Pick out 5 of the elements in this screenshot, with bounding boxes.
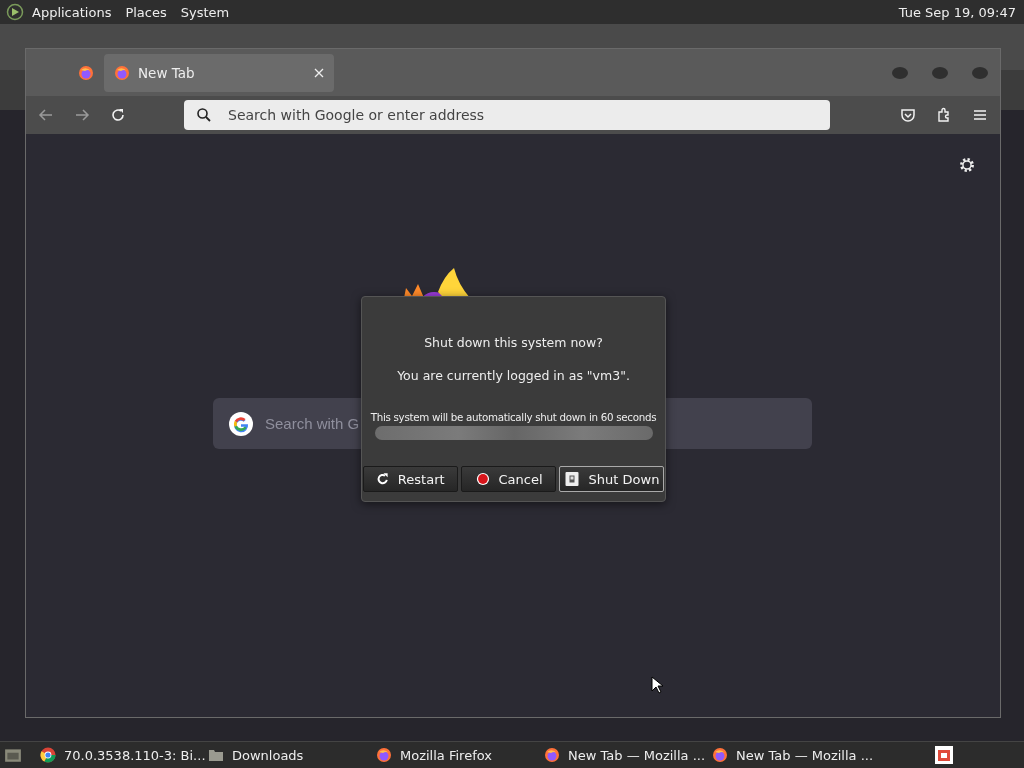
tab-title: New Tab: [138, 64, 196, 81]
countdown-text: This system will be automatically shut down in 60 seconds: [370, 411, 657, 423]
clock: Tue Sep 19, 09:47: [898, 4, 1016, 20]
dialog-message: You are currently logged in as "vm3".: [397, 368, 630, 383]
dialog-title: Shut down this system now?: [424, 335, 603, 350]
